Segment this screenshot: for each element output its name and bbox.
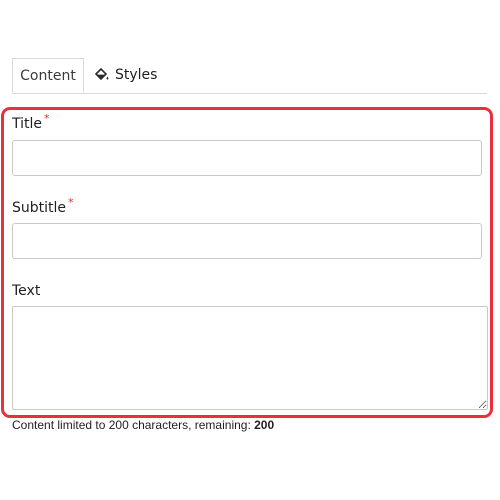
paint-bucket-icon [94, 67, 110, 83]
tab-content-label: Content [20, 67, 76, 84]
title-input[interactable] [12, 140, 482, 176]
characters-remaining-count: 200 [254, 418, 275, 432]
tab-styles[interactable]: Styles [92, 58, 172, 92]
character-limit-note: Content limited to 200 characters, remai… [12, 418, 274, 432]
subtitle-label-text: Subtitle [12, 200, 67, 216]
subtitle-input[interactable] [12, 223, 482, 259]
title-required-mark: * [44, 112, 50, 125]
subtitle-label: Subtitle * [12, 196, 74, 216]
tab-styles-label: Styles [115, 67, 158, 83]
character-limit-prefix: Content limited to 200 characters, remai… [12, 418, 255, 432]
text-textarea[interactable] [12, 306, 488, 410]
tab-content[interactable]: Content [12, 58, 84, 93]
text-label: Text [12, 283, 40, 299]
title-label-text: Title [12, 116, 43, 132]
subtitle-required-mark: * [68, 196, 74, 209]
tab-bar: Content Styles [12, 58, 487, 94]
editor-panel: Content Styles Title * Subtitle * Text Con… [0, 0, 500, 500]
title-label: Title * [12, 112, 50, 132]
text-label-text: Text [12, 283, 41, 299]
